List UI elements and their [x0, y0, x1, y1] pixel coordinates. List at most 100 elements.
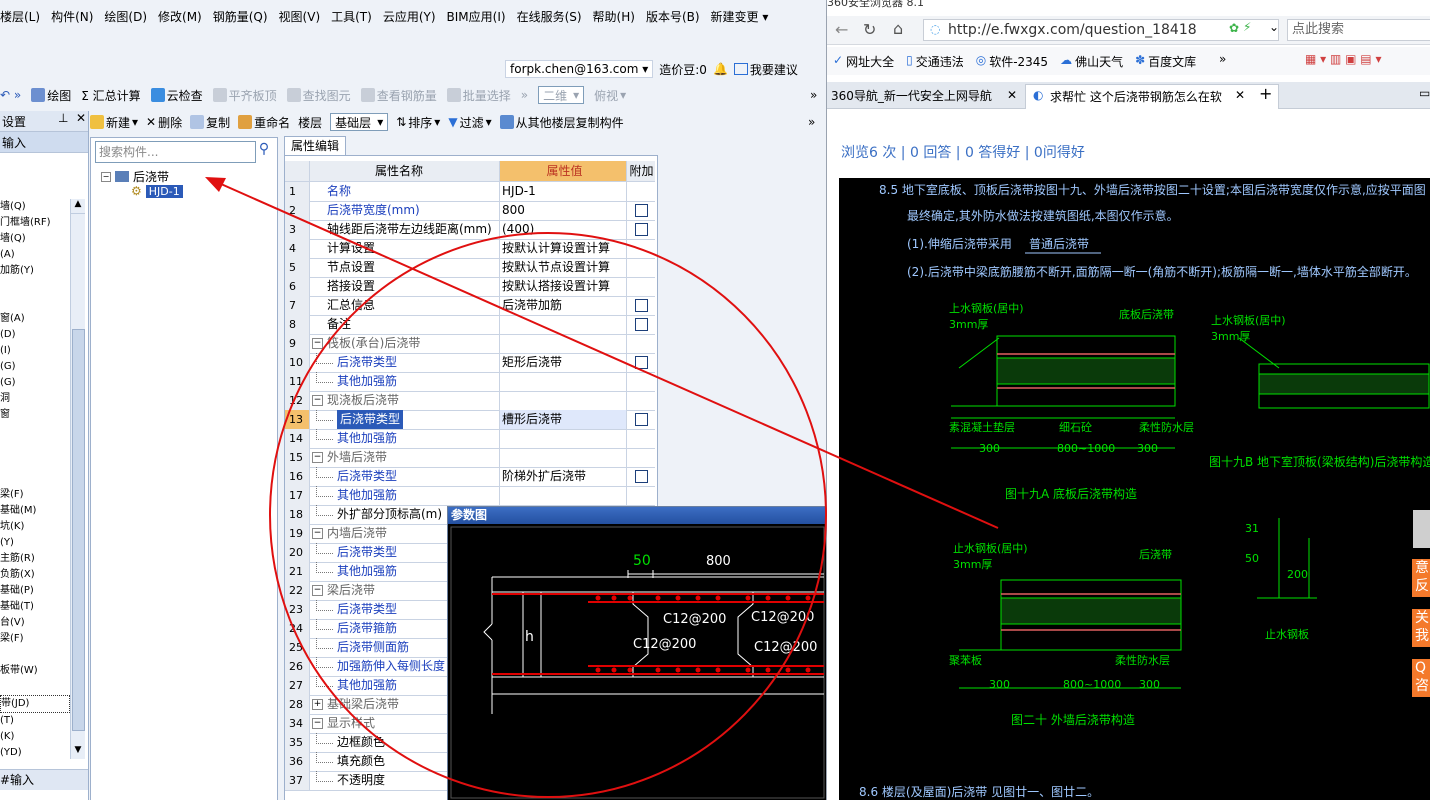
property-value[interactable] — [499, 315, 627, 334]
nav-item[interactable]: 门框墙(RF) — [0, 215, 70, 231]
tab-close-active-icon[interactable]: ✕ — [1235, 88, 1245, 102]
favorite-link[interactable]: ▯ 交通违法 — [906, 53, 964, 70]
tab-property-edit[interactable]: 属性编辑 — [284, 136, 346, 156]
grid-row[interactable]: 17 其他加强筋 — [285, 486, 655, 506]
grid-row[interactable]: 3 轴线距后浇带左边线距离(mm) (400) — [285, 220, 655, 240]
new-button[interactable]: 新建 ▾ — [90, 114, 138, 131]
filter-button[interactable]: ▼ 过滤 ▾ — [448, 114, 491, 131]
nav-item[interactable]: 主筋(R) — [0, 551, 70, 567]
grid-row[interactable]: 4 计算设置 按默认计算设置计算 — [285, 239, 655, 259]
property-value[interactable]: 800 — [499, 201, 627, 220]
nav-item[interactable] — [0, 423, 70, 439]
nav-item[interactable]: (D) — [0, 327, 70, 343]
floor-select[interactable]: 基础层 ▾ — [330, 113, 389, 131]
find-element-button[interactable]: 查找图元 — [286, 87, 351, 104]
property-value[interactable] — [499, 334, 627, 353]
grid-row[interactable]: 11 其他加强筋 — [285, 372, 655, 392]
lightning-icon[interactable]: ⚡ — [1243, 20, 1251, 34]
property-value[interactable]: HJD-1 — [499, 182, 627, 201]
collapse-icon[interactable]: − — [312, 452, 323, 463]
favorite-link[interactable]: ◎ 软件-2345 — [976, 53, 1048, 70]
scroll-up-icon[interactable]: ▲ — [71, 199, 85, 214]
favorite-link[interactable]: ✽ 百度文库 — [1135, 53, 1196, 70]
nav-item[interactable]: 窗 — [0, 407, 70, 423]
attach-checkbox[interactable] — [635, 413, 648, 426]
property-value[interactable]: 阶梯外扩后浇带 — [499, 467, 627, 486]
search-icon[interactable]: ⚲ — [254, 141, 274, 161]
grid-row[interactable]: 13 后浇带类型 槽形后浇带 — [285, 410, 655, 430]
panel-close-icon[interactable]: ✕ — [76, 111, 86, 125]
delete-button[interactable]: ✕ 删除 — [146, 114, 182, 131]
nav-item[interactable]: (K) — [0, 729, 70, 745]
grid-row[interactable]: 14 其他加强筋 — [285, 429, 655, 449]
nav-head-input[interactable]: 输入 — [0, 132, 88, 153]
tab-list-icon[interactable]: ▭ — [1419, 86, 1430, 100]
side-feedback-button[interactable]: 意反 — [1412, 559, 1430, 597]
menu-item[interactable]: 帮助(H) — [593, 8, 635, 32]
url-dropdown-icon[interactable]: ⌄ — [1269, 20, 1279, 34]
grid-row[interactable]: 8 备注 — [285, 315, 655, 335]
favorite-link[interactable]: ✓ 网址大全 — [833, 53, 894, 70]
property-value[interactable]: 按默认节点设置计算 — [499, 258, 627, 277]
property-value[interactable]: 矩形后浇带 — [499, 353, 627, 372]
menu-item[interactable]: 修改(M) — [158, 8, 202, 32]
rename-button[interactable]: 重命名 — [238, 114, 290, 131]
attach-checkbox[interactable] — [635, 356, 648, 369]
attach-checkbox[interactable] — [635, 299, 648, 312]
menu-item[interactable]: 钢筋量(Q) — [213, 8, 268, 32]
account-dropdown[interactable]: forpk.chen@163.com ▾ — [505, 60, 654, 78]
toolbar1-more-icon[interactable]: » — [810, 88, 817, 102]
copy-from-floor-button[interactable]: 从其他楼层复制构件 — [499, 114, 624, 131]
tab-360-nav[interactable]: 360导航_新一代安全上网导航 — [827, 84, 1029, 108]
nav-item[interactable] — [0, 647, 70, 663]
property-value[interactable] — [499, 486, 627, 505]
property-value[interactable] — [499, 429, 627, 448]
back-icon[interactable]: ← — [835, 20, 848, 39]
nav-item[interactable] — [0, 471, 70, 487]
nav-item[interactable]: 梁(F) — [0, 631, 70, 647]
grid-row[interactable]: 16 后浇带类型 阶梯外扩后浇带 — [285, 467, 655, 487]
menu-item[interactable]: 版本号(B) — [646, 8, 700, 32]
expand-icon[interactable]: + — [312, 699, 323, 710]
nav-item[interactable]: 墙(Q) — [0, 199, 70, 215]
collapse-icon[interactable]: − — [312, 718, 323, 729]
nav-item[interactable]: 加筋(Y) — [0, 263, 70, 279]
attach-checkbox[interactable] — [635, 223, 648, 236]
toolbar-more-icon[interactable]: » — [521, 88, 528, 102]
menu-item[interactable]: 在线服务(S) — [517, 8, 582, 32]
nav-item[interactable]: 台(V) — [0, 615, 70, 631]
menu-item[interactable]: BIM应用(I) — [447, 8, 506, 32]
tree-root[interactable]: − 后浇带 — [101, 168, 169, 185]
tab-close-icon[interactable]: ✕ — [1007, 88, 1017, 102]
nav-item[interactable]: (A) — [0, 247, 70, 263]
param-window-title[interactable]: 参数图 — [448, 507, 826, 524]
scroll-down-icon[interactable]: ▼ — [71, 745, 85, 759]
cloud-check-button[interactable]: 云检查 — [150, 87, 203, 104]
grid-row[interactable]: 9− 筏板(承台)后浇带 — [285, 334, 655, 354]
search-box[interactable]: 点此搜索 — [1287, 19, 1430, 41]
nav-item[interactable]: 梁(F) — [0, 487, 70, 503]
home-icon[interactable]: ⌂ — [893, 19, 903, 38]
nav-item[interactable]: 洞 — [0, 391, 70, 407]
grid-row[interactable]: 7 汇总信息 后浇带加筋 — [285, 296, 655, 316]
draw-button[interactable]: 绘图 — [31, 87, 71, 104]
grid-row[interactable]: 2 后浇带宽度(mm) 800 — [285, 201, 655, 221]
side-follow-button[interactable]: 关我 — [1412, 609, 1430, 647]
favorite-link[interactable]: ☁ 佛山天气 — [1060, 53, 1123, 70]
nav-item[interactable]: 基础(P) — [0, 583, 70, 599]
nav-item[interactable]: 窗(A) — [0, 311, 70, 327]
menu-item[interactable]: 云应用(Y) — [383, 8, 436, 32]
attach-checkbox[interactable] — [635, 470, 648, 483]
nav-item[interactable]: 板带(W) — [0, 663, 70, 679]
property-value[interactable]: 按默认搭接设置计算 — [499, 277, 627, 296]
nav-item[interactable] — [0, 455, 70, 471]
sort-button[interactable]: ⇅ 排序 ▾ — [396, 114, 440, 131]
grid-row[interactable]: 12− 现浇板后浇带 — [285, 391, 655, 411]
level-top-button[interactable]: 平齐板顶 — [212, 87, 277, 104]
attach-checkbox[interactable] — [635, 204, 648, 217]
nav-item[interactable] — [0, 279, 70, 295]
side-scroll-button[interactable] — [1413, 510, 1430, 548]
refresh-icon[interactable]: ↻ — [863, 20, 876, 39]
property-value[interactable]: 后浇带加筋 — [499, 296, 627, 315]
grid-row[interactable]: 1 名称 HJD-1 — [285, 182, 655, 202]
